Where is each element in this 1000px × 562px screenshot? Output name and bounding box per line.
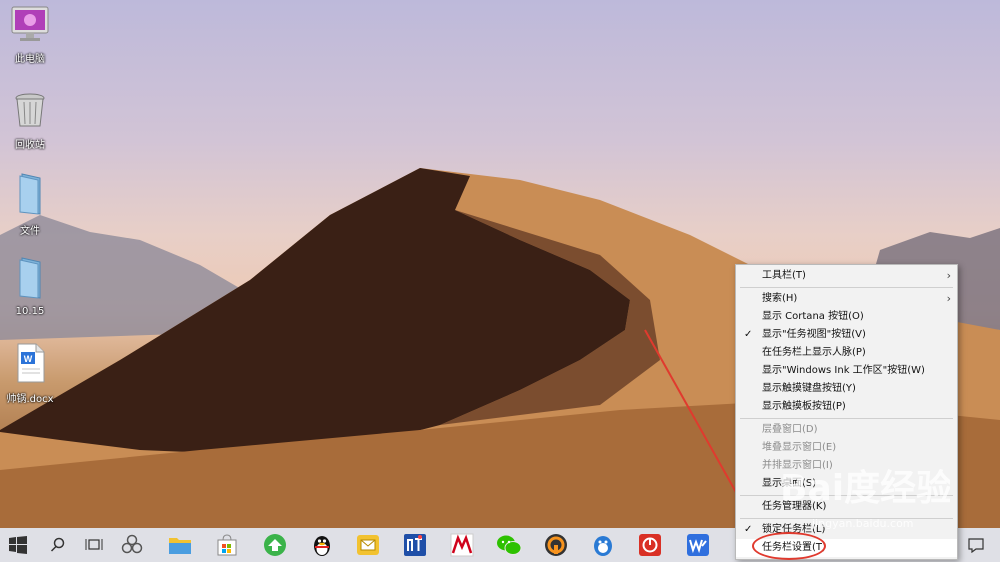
menu-separator — [740, 418, 953, 419]
search-button[interactable] — [44, 531, 72, 559]
pinwheel-icon — [121, 534, 143, 554]
watermark-url: jingyan.baidu.com — [812, 517, 914, 530]
folder-icon — [19, 173, 41, 215]
chevron-right-icon: › — [946, 292, 951, 305]
file-explorer-icon — [169, 538, 191, 554]
watermark-text: Bai度经验 — [780, 468, 950, 509]
notification-icon — [968, 538, 984, 553]
taskbar-app-blue[interactable] — [401, 531, 429, 559]
menu-item-search[interactable]: 搜索(H) › — [736, 290, 957, 308]
recycle-bin-icon — [15, 93, 45, 127]
taskbar-app-browser[interactable] — [261, 531, 289, 559]
qq-icon — [594, 536, 612, 556]
chevron-right-icon: › — [946, 269, 951, 282]
taskbar-app-red[interactable] — [448, 531, 476, 559]
taskbar-app-mail[interactable] — [354, 531, 382, 559]
menu-item-show-task-view[interactable]: ✓ 显示"任务视图"按钮(V) — [736, 326, 957, 344]
menu-item-stack: 堆叠显示窗口(E) — [762, 442, 837, 453]
taskbar-app-qq[interactable] — [308, 531, 336, 559]
taskbar-app-store[interactable] — [213, 531, 241, 559]
windows-start-icon — [9, 536, 27, 554]
checkmark-icon: ✓ — [744, 524, 753, 535]
taskbar-app-wps[interactable] — [684, 531, 712, 559]
menu-item-show-windows-ink[interactable]: 显示"Windows Ink 工作区"按钮(W) — [736, 362, 957, 380]
annotation-circle — [752, 532, 826, 560]
taskbar-app-wechat[interactable] — [495, 531, 523, 559]
desktop-icon-label: 帅锅.docx — [6, 394, 54, 405]
folder-icon — [19, 257, 41, 299]
wps-icon — [687, 534, 709, 556]
vpn-icon — [545, 534, 567, 556]
menu-item-show-people[interactable]: 在任务栏上显示人脉(P) — [736, 344, 957, 362]
word-document-icon: W — [17, 343, 45, 383]
menu-item-show-touchpad[interactable]: 显示触摸板按钮(P) — [736, 398, 957, 416]
taskbar-app-vpn[interactable] — [542, 531, 570, 559]
app-icon — [450, 533, 474, 557]
qq-penguin-icon — [314, 536, 330, 556]
desktop-icon-folder-files[interactable]: 文件 — [0, 172, 60, 237]
menu-item-toolbars[interactable]: 工具栏(T) › — [736, 267, 957, 285]
desktop-icon-docx[interactable]: W 帅锅.docx — [0, 342, 60, 405]
browser-icon — [264, 534, 286, 556]
taskbar-app-pinwheel[interactable] — [118, 531, 146, 559]
checkmark-icon: ✓ — [744, 329, 753, 340]
wechat-icon — [497, 535, 522, 555]
svg-text:W: W — [24, 354, 33, 364]
mail-icon — [357, 535, 379, 555]
desktop-icon-label: 此电脑 — [15, 54, 45, 65]
desktop-icon-label: 文件 — [20, 226, 40, 237]
desktop-icon-label: 10.15 — [15, 306, 45, 317]
task-view-icon — [85, 539, 103, 550]
taskbar-app-power[interactable] — [636, 531, 664, 559]
power-app-icon — [639, 534, 661, 556]
menu-separator — [740, 287, 953, 288]
desktop-icon-this-pc[interactable]: 此电脑 — [0, 4, 60, 65]
computer-monitor-icon — [11, 6, 49, 41]
search-icon — [50, 537, 65, 552]
taskbar-app-qq-blue[interactable] — [589, 531, 617, 559]
desktop-icon-folder-1015[interactable]: 10.15 — [0, 256, 60, 317]
menu-item-show-touch-keyboard[interactable]: 显示触摸键盘按钮(Y) — [736, 380, 957, 398]
store-icon — [217, 534, 237, 556]
taskbar-app-file-explorer[interactable] — [166, 531, 194, 559]
action-center-button[interactable] — [962, 531, 990, 559]
menu-item-cascade: 层叠窗口(D) — [762, 424, 818, 435]
app-icon — [404, 534, 426, 556]
desktop-icon-label: 回收站 — [15, 140, 45, 151]
menu-item-show-cortana[interactable]: 显示 Cortana 按钮(O) — [736, 308, 957, 326]
baidu-watermark-logo: Bai度经验 — [780, 468, 950, 509]
desktop-icon-recycle-bin[interactable]: 回收站 — [0, 90, 60, 151]
task-view-button[interactable] — [80, 531, 108, 559]
start-button[interactable] — [4, 531, 32, 559]
